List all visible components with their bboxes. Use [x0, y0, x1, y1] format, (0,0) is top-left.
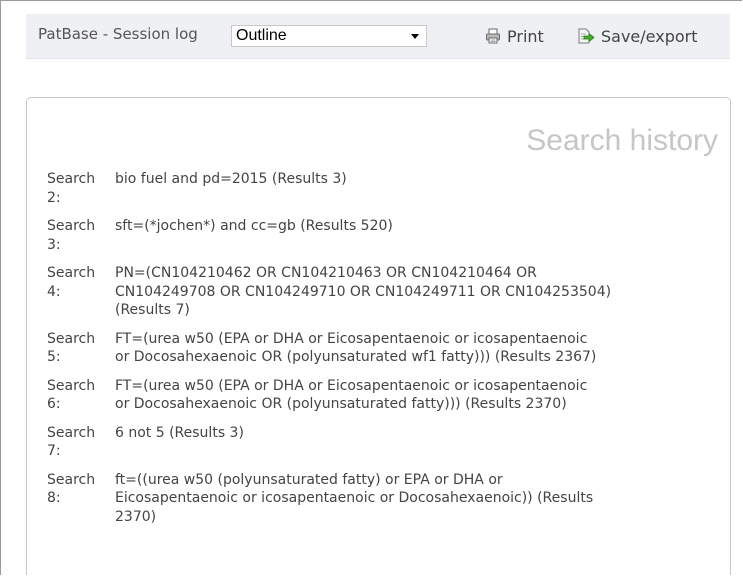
history-row-label: Search 8:: [47, 471, 115, 508]
history-row-label-text: Search: [47, 330, 96, 347]
toolbar: PatBase - Session log Outline Print Save…: [26, 14, 730, 59]
history-row-number: 5:: [47, 349, 61, 365]
panel-title: Search history: [526, 124, 718, 157]
history-row-query[interactable]: ft=((urea w50 (polyunsaturated fatty) or…: [115, 471, 717, 527]
history-row-number: 8:: [47, 490, 61, 506]
history-row-label: Search 4:: [47, 264, 115, 301]
view-select-value: Outline: [236, 27, 287, 44]
history-row-number: 6:: [47, 396, 61, 412]
history-row-label-text: Search: [47, 265, 96, 281]
printer-icon: [486, 28, 500, 44]
search-history-panel: Search history Search 2: bio fuel and pd…: [26, 97, 731, 575]
history-row-query[interactable]: bio fuel and pd=2015 (Results 3): [115, 170, 717, 189]
chevron-down-icon: [411, 34, 419, 39]
history-list: Search 2: bio fuel and pd=2015 (Results …: [47, 170, 717, 536]
history-row-label-text: Search: [47, 471, 96, 488]
history-row: Search 3: sft=(*jochen*) and cc=gb (Resu…: [47, 217, 717, 254]
history-row-label-text: Search: [47, 171, 96, 187]
history-row-number: 4:: [47, 283, 61, 300]
history-row-number: 3:: [47, 236, 61, 253]
view-select[interactable]: Outline: [231, 25, 427, 47]
history-row-query[interactable]: 6 not 5 (Results 3): [115, 424, 717, 443]
history-row: Search 8: ft=((urea w50 (polyunsaturated…: [47, 471, 717, 527]
history-row-number: 2:: [47, 189, 61, 206]
toolbar-title: PatBase - Session log: [38, 25, 198, 43]
history-row-label-text: Search: [47, 377, 96, 394]
history-row-label-text: Search: [47, 218, 96, 234]
history-row-label: Search 2:: [47, 170, 115, 207]
history-row-label: Search 5:: [47, 330, 115, 367]
print-label: Print: [507, 26, 544, 46]
save-export-icon: [578, 28, 595, 44]
save-export-button[interactable]: Save/export: [577, 25, 698, 47]
history-row-label: Search 7:: [47, 424, 115, 461]
history-row-label: Search 6:: [47, 377, 115, 414]
history-row: Search 7: 6 not 5 (Results 3): [47, 424, 717, 461]
history-row: Search 6: FT=(urea w50 (EPA or DHA or Ei…: [47, 377, 717, 414]
save-export-label: Save/export: [601, 26, 698, 46]
print-button[interactable]: Print: [485, 25, 544, 47]
history-row: Search 4: PN=(CN104210462 OR CN104210463…: [47, 264, 717, 320]
history-row-query[interactable]: sft=(*jochen*) and cc=gb (Results 520): [115, 217, 717, 236]
history-row: Search 2: bio fuel and pd=2015 (Results …: [47, 170, 717, 207]
history-row-number: 7:: [47, 443, 61, 459]
history-row-query[interactable]: PN=(CN104210462 OR CN104210463 OR CN1042…: [115, 264, 717, 320]
history-row-query[interactable]: FT=(urea w50 (EPA or DHA or Eicosapentae…: [115, 377, 717, 414]
history-row-label-text: Search: [47, 424, 96, 441]
session-log-window: PatBase - Session log Outline Print Save…: [0, 0, 742, 575]
history-row-label: Search 3:: [47, 217, 115, 254]
history-row-query[interactable]: FT=(urea w50 (EPA or DHA or Eicosapentae…: [115, 330, 717, 367]
history-row: Search 5: FT=(urea w50 (EPA or DHA or Ei…: [47, 330, 717, 367]
